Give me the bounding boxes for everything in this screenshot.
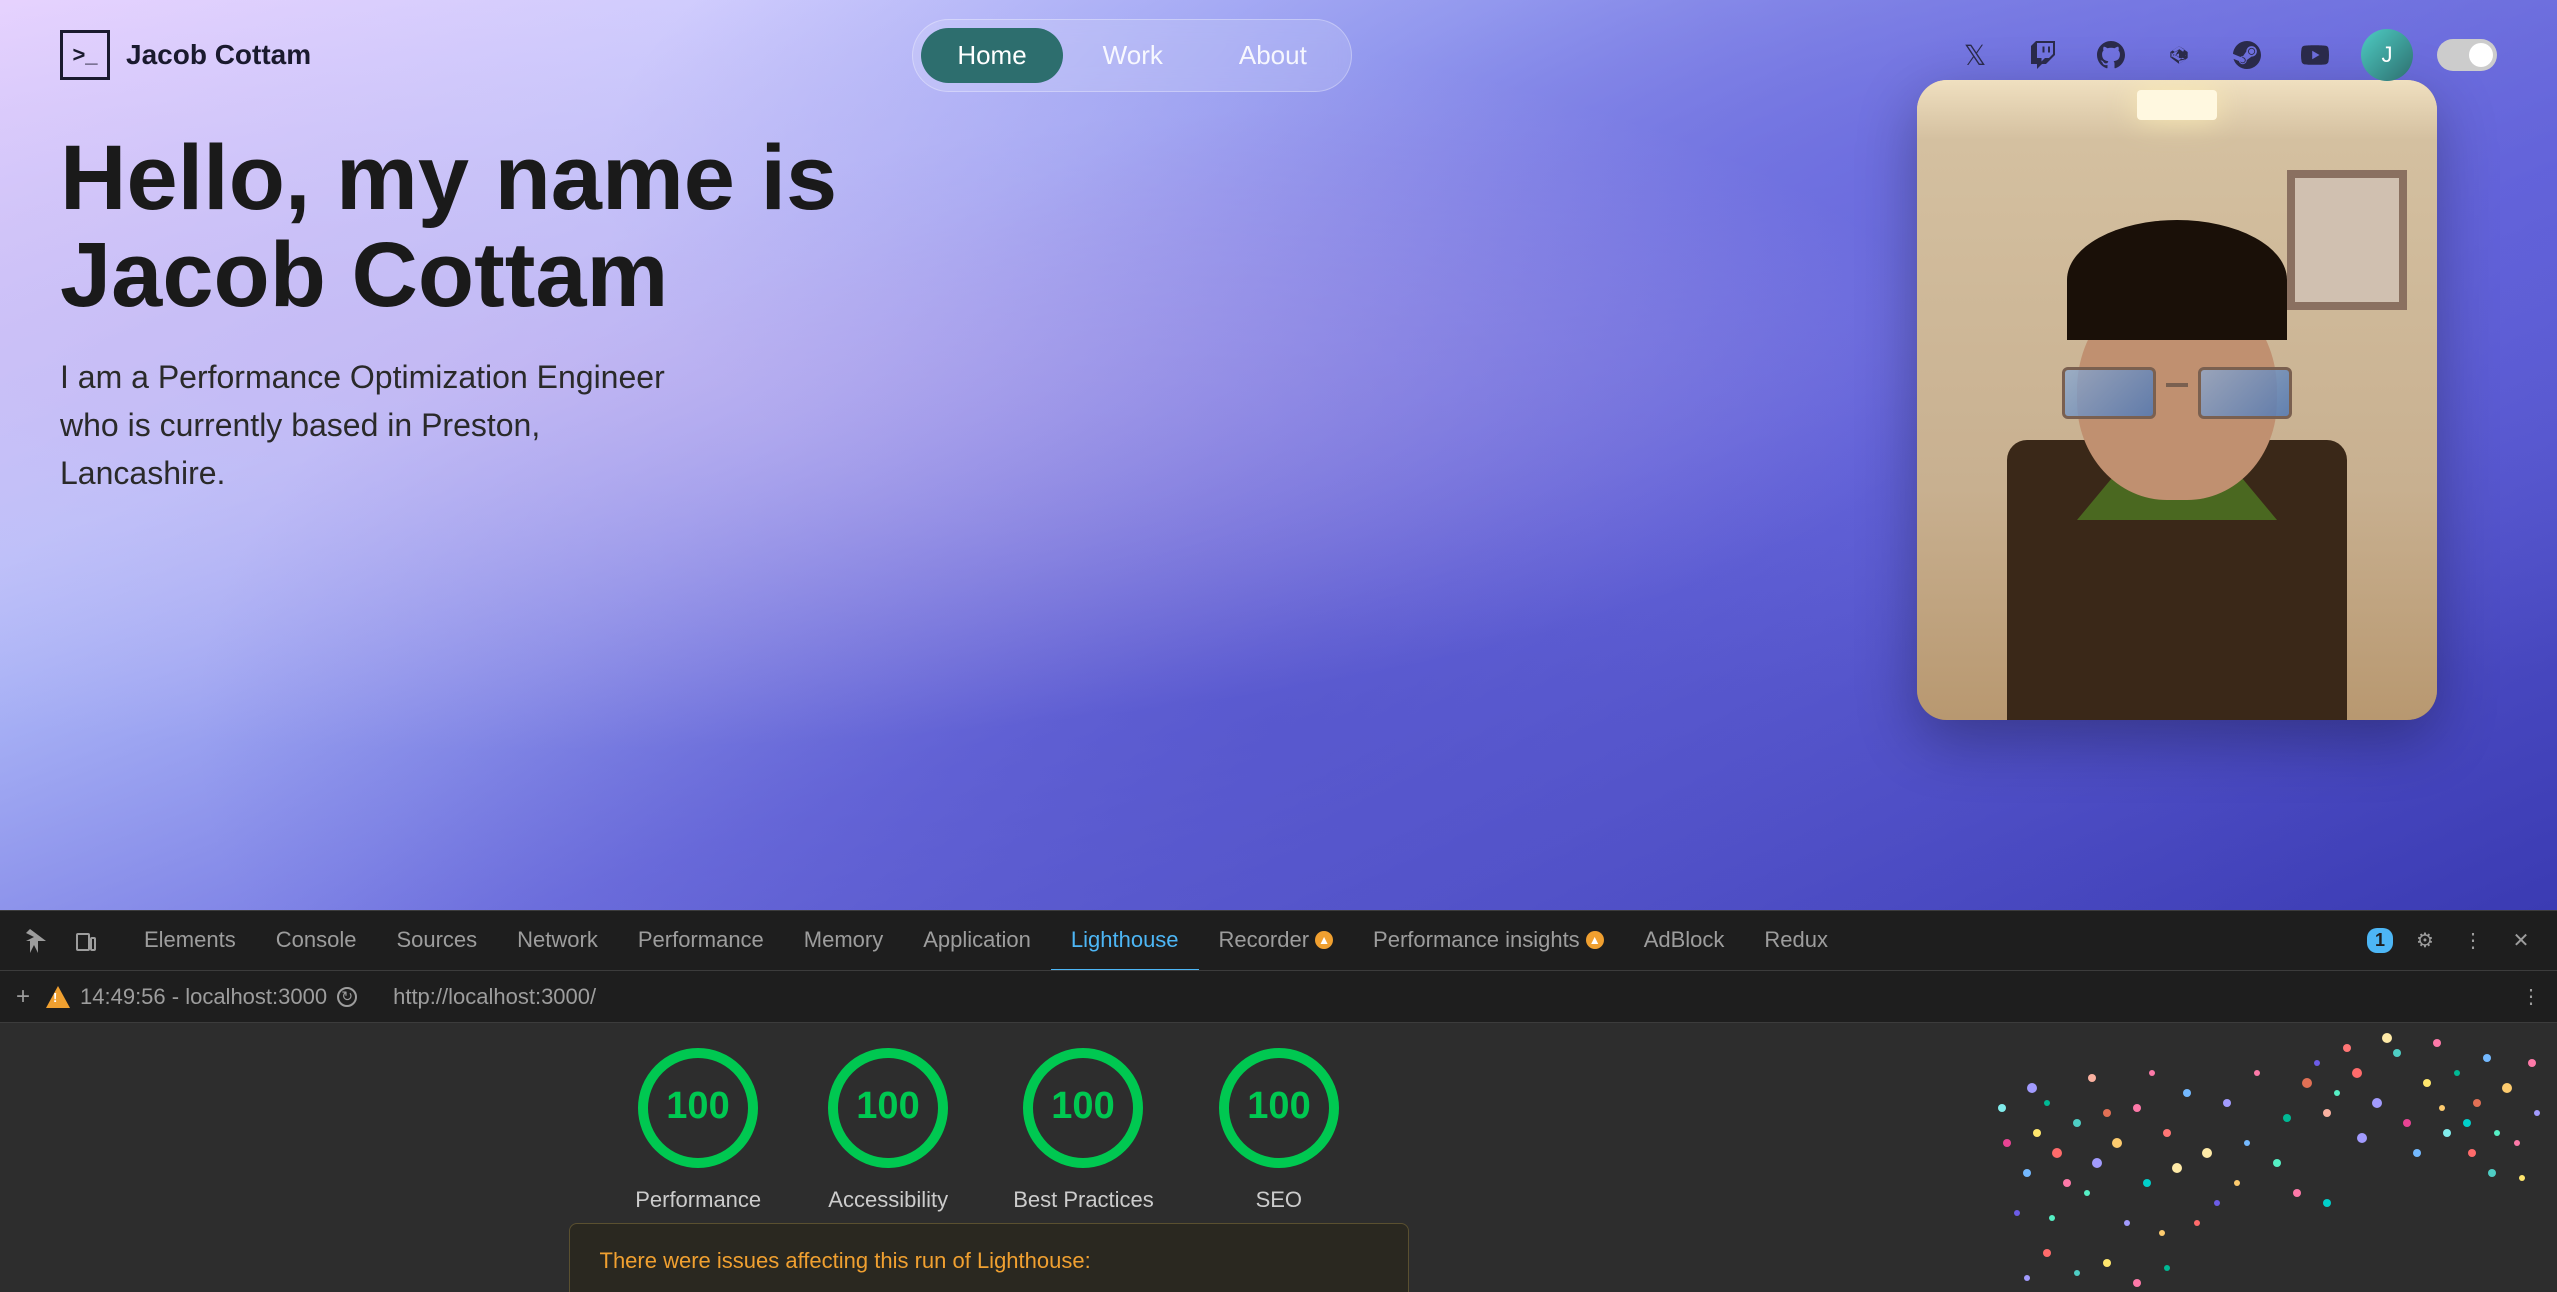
hero-title: Hello, my name is Jacob Cottam — [60, 130, 860, 323]
lighthouse-warning-box: There were issues affecting this run of … — [569, 1223, 1409, 1292]
tab-redux[interactable]: Redux — [1744, 911, 1848, 971]
codepen-icon[interactable] — [2157, 33, 2201, 77]
twitch-icon[interactable] — [2021, 33, 2065, 77]
score-item-best-practices: 100 Best Practices — [1013, 1043, 1154, 1213]
performance-label: Performance — [635, 1187, 761, 1213]
url-bar-content: ! 14:49:56 - localhost:3000 ↻ — [46, 984, 357, 1010]
tab-sources[interactable]: Sources — [376, 911, 497, 971]
url-bar-more-icon[interactable]: ⋮ — [2521, 984, 2541, 1009]
accessibility-score-circle: 100 — [823, 1043, 953, 1173]
device-toolbar-icon[interactable] — [68, 923, 104, 959]
inspect-element-icon[interactable] — [20, 923, 56, 959]
warning-triangle-icon: ! — [46, 986, 70, 1008]
svg-text:100: 100 — [1052, 1085, 1115, 1127]
confetti-svg — [1977, 1023, 2557, 1292]
tab-performance-insights[interactable]: Performance insights ▲ — [1353, 911, 1624, 971]
website-preview: >_ Jacob Cottam Home Work About 𝕏 — [0, 0, 2557, 910]
tab-performance[interactable]: Performance — [618, 911, 784, 971]
nav-item-home[interactable]: Home — [921, 28, 1062, 83]
performance-score-circle: 100 — [633, 1043, 763, 1173]
tab-network[interactable]: Network — [497, 911, 618, 971]
refresh-icon[interactable]: ↻ — [337, 987, 357, 1007]
devtools-url-bar: + ! 14:49:56 - localhost:3000 ↻ http://l… — [0, 971, 2557, 1023]
timestamp-label: 14:49:56 - localhost:3000 — [80, 984, 327, 1010]
profile-image — [1917, 80, 2437, 720]
accessibility-label: Accessibility — [828, 1187, 948, 1213]
nav-logo: >_ Jacob Cottam — [60, 30, 311, 80]
devtools-close-icon[interactable]: ✕ — [2505, 925, 2537, 957]
nav-item-about[interactable]: About — [1203, 28, 1343, 83]
nav-avatar[interactable]: J — [2361, 29, 2413, 81]
logo-icon: >_ — [60, 30, 110, 80]
dark-mode-toggle[interactable] — [2437, 39, 2497, 71]
score-circles-container: 100 Performance 100 Accessibility — [633, 1043, 1344, 1213]
tab-recorder[interactable]: Recorder ▲ — [1199, 911, 1353, 971]
lighthouse-content: 100 Performance 100 Accessibility — [0, 1023, 2557, 1292]
hero-subtitle: I am a Performance Optimization Engineer… — [60, 353, 700, 497]
website-nav: >_ Jacob Cottam Home Work About 𝕏 — [0, 0, 2557, 110]
devtools-toolbar: Elements Console Sources Network Perform… — [0, 911, 2557, 971]
seo-score-circle: 100 — [1214, 1043, 1344, 1173]
hero-content: Hello, my name is Jacob Cottam I am a Pe… — [60, 130, 860, 497]
devtools-more-icon[interactable]: ⋮ — [2457, 925, 2489, 957]
warning-message: There may be stored data affecting loadi… — [600, 1288, 1378, 1292]
tab-adblock[interactable]: AdBlock — [1624, 911, 1745, 971]
svg-text:100: 100 — [1247, 1085, 1310, 1127]
devtools-settings-icon[interactable]: ⚙ — [2409, 925, 2441, 957]
tab-elements[interactable]: Elements — [124, 911, 256, 971]
nav-item-work[interactable]: Work — [1067, 28, 1199, 83]
url-display: http://localhost:3000/ — [373, 984, 2505, 1010]
tab-application[interactable]: Application — [903, 911, 1051, 971]
nav-right: 𝕏 J — [1953, 29, 2497, 81]
devtools-toolbar-right: 1 ⚙ ⋮ ✕ — [2367, 925, 2537, 957]
github-icon[interactable] — [2089, 33, 2133, 77]
logo-text: Jacob Cottam — [126, 39, 311, 71]
tab-memory[interactable]: Memory — [784, 911, 903, 971]
steam-icon[interactable] — [2225, 33, 2269, 77]
score-item-performance: 100 Performance — [633, 1043, 763, 1213]
warning-title: There were issues affecting this run of … — [600, 1248, 1378, 1274]
scatter-confetti-area — [1977, 1023, 2557, 1292]
twitter-icon[interactable]: 𝕏 — [1953, 33, 1997, 77]
new-tab-icon[interactable]: + — [16, 983, 30, 1011]
best-practices-label: Best Practices — [1013, 1187, 1154, 1213]
devtools-panel: Elements Console Sources Network Perform… — [0, 910, 2557, 1292]
svg-text:100: 100 — [856, 1085, 919, 1127]
lighthouse-scores-area: 100 Performance 100 Accessibility — [0, 1023, 1977, 1292]
tab-lighthouse[interactable]: Lighthouse — [1051, 911, 1199, 971]
youtube-icon[interactable] — [2293, 33, 2337, 77]
nav-center: Home Work About — [912, 19, 1352, 92]
score-item-accessibility: 100 Accessibility — [823, 1043, 953, 1213]
seo-label: SEO — [1256, 1187, 1302, 1213]
devtools-badge: 1 — [2367, 928, 2393, 953]
svg-text:100: 100 — [666, 1085, 729, 1127]
performance-insights-warning-icon: ▲ — [1586, 931, 1604, 949]
recorder-warning-icon: ▲ — [1315, 931, 1333, 949]
best-practices-score-circle: 100 — [1018, 1043, 1148, 1173]
tab-console[interactable]: Console — [256, 911, 377, 971]
devtools-toolbar-left — [20, 923, 104, 959]
score-item-seo: 100 SEO — [1214, 1043, 1344, 1213]
